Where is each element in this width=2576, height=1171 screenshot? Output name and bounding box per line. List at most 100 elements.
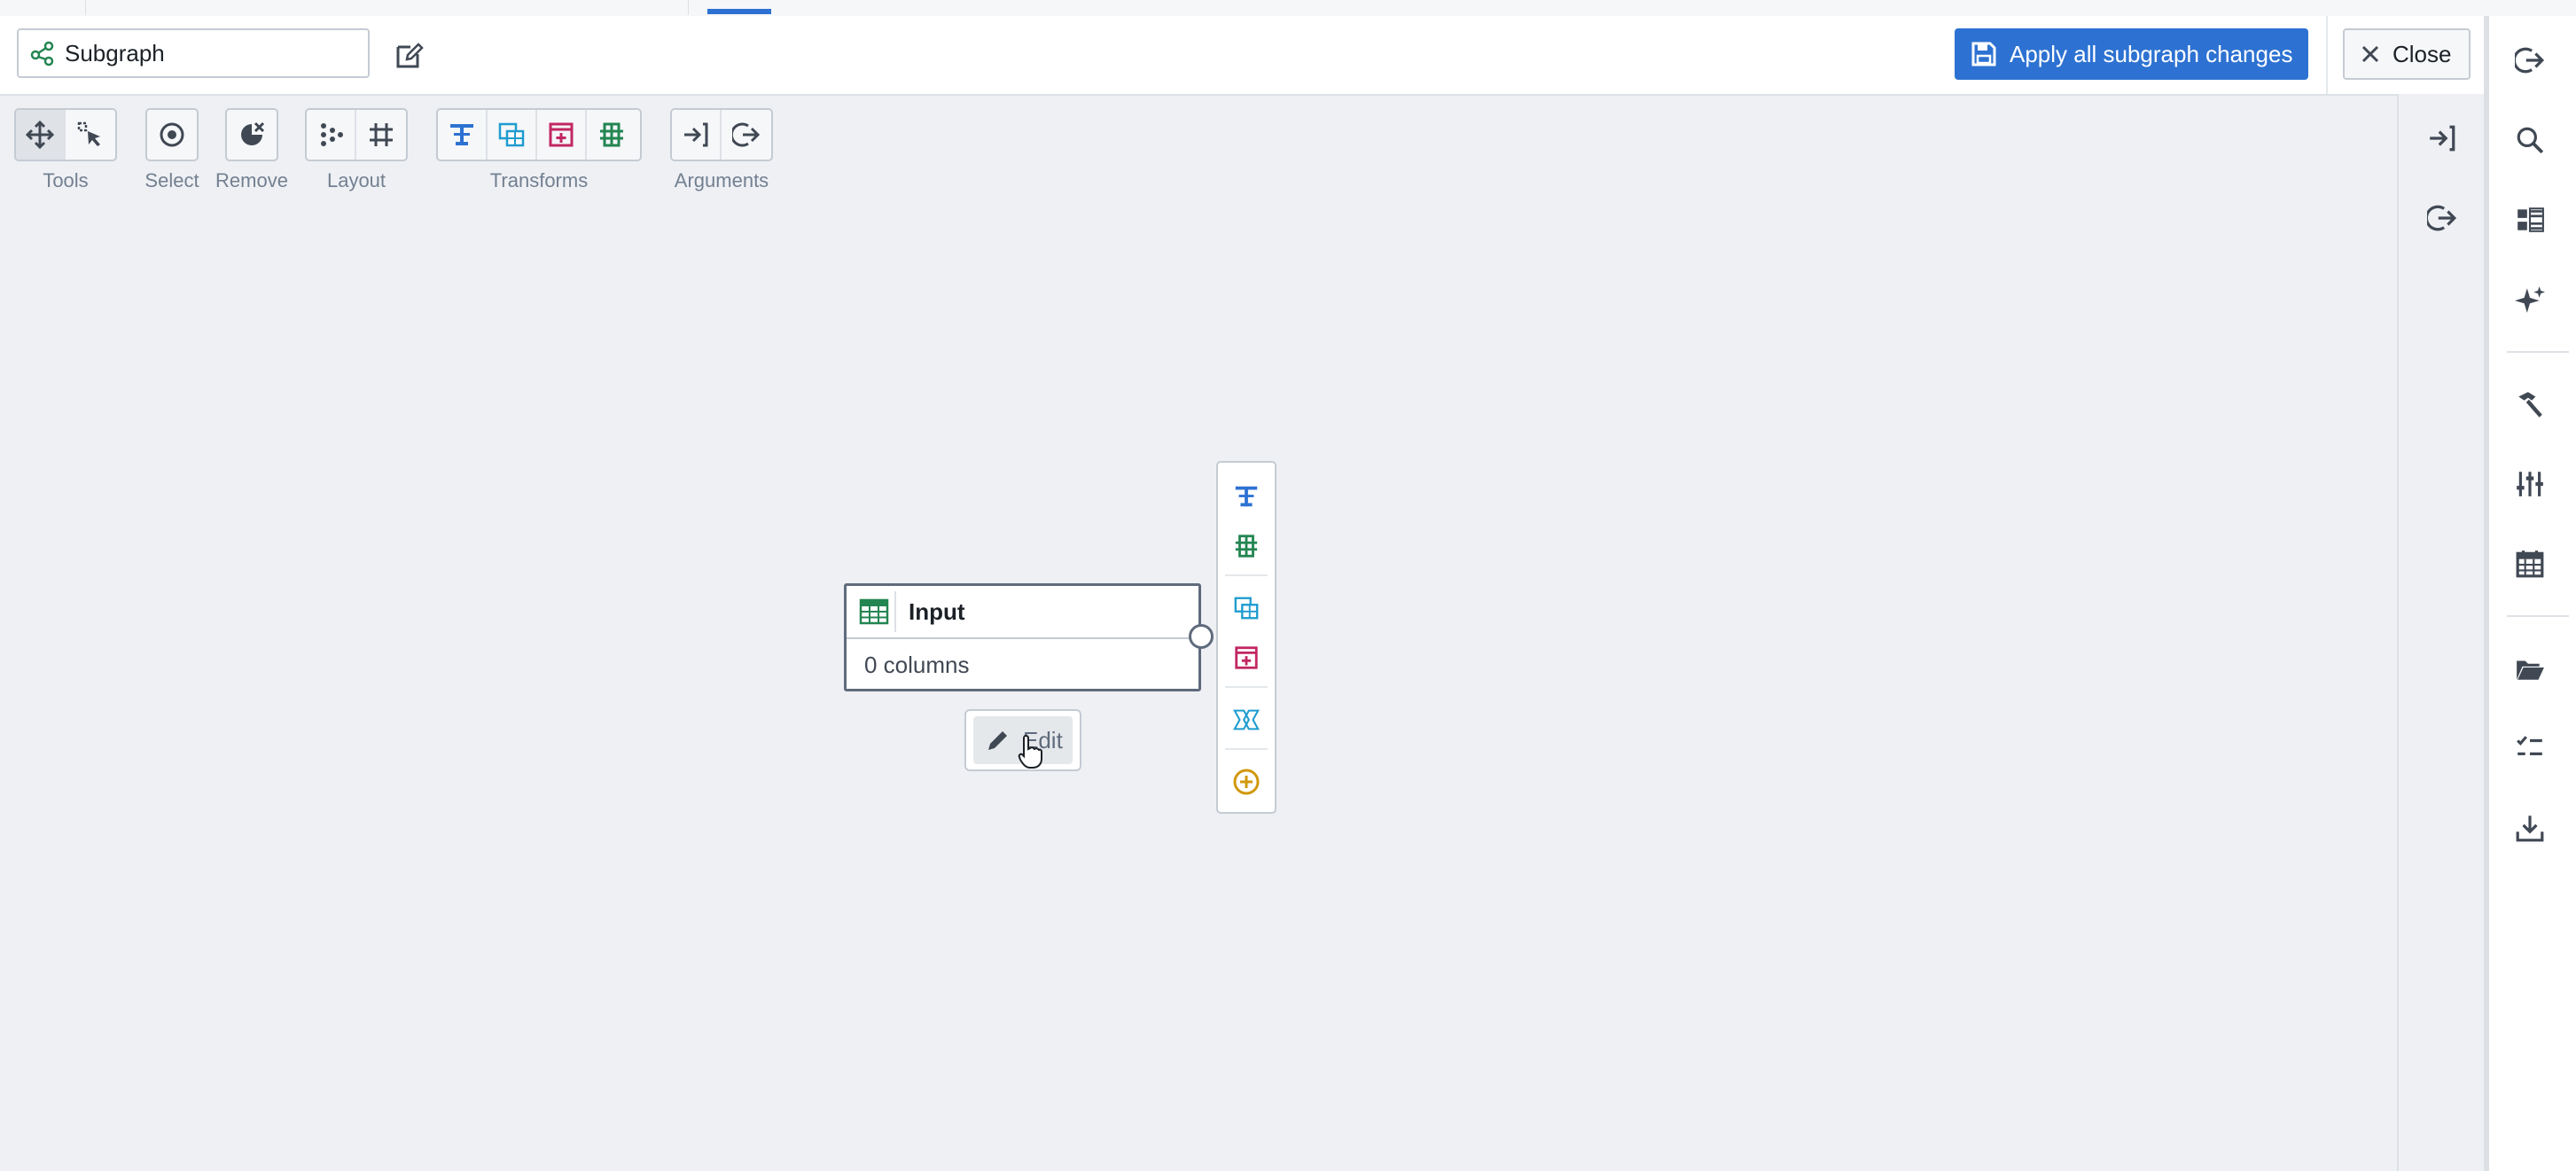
log-out-icon <box>2515 45 2545 75</box>
search-button[interactable] <box>2509 119 2551 161</box>
log-in-icon <box>682 121 710 149</box>
union-icon <box>1232 707 1261 733</box>
table-icon <box>854 591 896 632</box>
panel-divider <box>1225 574 1268 576</box>
layout-label: Layout <box>326 169 386 191</box>
top-tab-strip <box>0 0 2576 18</box>
layout-group <box>305 108 408 161</box>
tools-group <box>14 108 117 161</box>
add-row-icon <box>547 121 575 149</box>
calendar-icon <box>2515 549 2545 579</box>
subgraph-name: Subgraph <box>65 39 165 66</box>
edit-icon <box>394 40 425 70</box>
sidebar-divider <box>2507 351 2569 353</box>
sliders-icon <box>2515 469 2545 499</box>
node-output-port[interactable] <box>1189 624 1214 649</box>
node-column-count: 0 columns <box>864 651 970 678</box>
remove-node-icon <box>238 121 266 149</box>
log-in-icon <box>2427 123 2457 153</box>
tab-segment[interactable] <box>85 0 689 15</box>
schema-button[interactable] <box>2509 199 2551 241</box>
pan-tool-button[interactable] <box>16 110 66 160</box>
quick-transforms-panel <box>1216 461 1276 814</box>
table-edit-icon <box>597 121 626 149</box>
files-button[interactable] <box>2509 647 2551 690</box>
filter-rows-icon <box>448 121 476 149</box>
filter-rows-icon <box>1233 483 1260 510</box>
inputs-panel-button[interactable] <box>2421 117 2463 160</box>
subgraph-icon <box>29 40 56 66</box>
download-icon <box>2515 813 2545 843</box>
panel-divider <box>1225 686 1268 688</box>
pivot-transform-button[interactable] <box>587 110 636 160</box>
header-divider <box>2326 16 2328 94</box>
add-row-icon <box>1233 644 1260 671</box>
right-sidebar <box>2484 16 2576 1171</box>
checklist-icon <box>2515 733 2545 763</box>
sparkle-icon <box>2515 285 2545 315</box>
transforms-group <box>436 108 642 161</box>
schedule-button[interactable] <box>2509 543 2551 585</box>
table-edit-icon <box>1233 533 1260 559</box>
apply-changes-button[interactable]: Apply all subgraph changes <box>1955 28 2308 80</box>
remove-group <box>225 108 278 161</box>
tools-label: Tools <box>43 169 89 191</box>
select-button[interactable] <box>147 110 197 160</box>
quick-add-rows-button[interactable] <box>1218 635 1275 681</box>
arguments-label: Arguments <box>674 169 769 191</box>
select-pointer-icon <box>76 121 105 149</box>
quick-filter-button[interactable] <box>1218 473 1275 519</box>
ai-assist-button[interactable] <box>2509 278 2551 321</box>
folder-open-icon <box>2515 653 2545 683</box>
add-circle-icon <box>1232 768 1261 796</box>
close-label: Close <box>2393 40 2452 67</box>
remove-button[interactable] <box>227 110 277 160</box>
join-transform-button[interactable] <box>488 110 537 160</box>
node-header: Input <box>847 586 1198 639</box>
search-icon <box>2515 125 2545 155</box>
cross-icon <box>2361 44 2380 64</box>
exit-button[interactable] <box>2509 39 2551 82</box>
outputs-panel-button[interactable] <box>2421 197 2463 239</box>
apply-label: Apply all subgraph changes <box>2010 40 2293 67</box>
hand-cursor-icon <box>1018 734 1044 769</box>
add-rows-transform-button[interactable] <box>537 110 587 160</box>
checks-button[interactable] <box>2509 727 2551 769</box>
close-button[interactable]: Close <box>2343 28 2471 80</box>
pencil-icon <box>986 728 1011 753</box>
active-tab-indicator <box>707 9 771 14</box>
sidebar-divider <box>2507 615 2569 617</box>
join-tables-icon <box>497 121 526 149</box>
build-button[interactable] <box>2509 383 2551 425</box>
input-node[interactable]: Input 0 columns <box>844 583 1201 691</box>
select-label: Select <box>144 169 199 191</box>
select-group <box>145 108 199 161</box>
move-icon <box>26 121 54 149</box>
filter-transform-button[interactable] <box>438 110 488 160</box>
subgraph-name-field[interactable]: Subgraph <box>17 28 370 78</box>
log-out-icon <box>732 121 761 149</box>
node-title: Input <box>909 597 965 625</box>
dots-layout-icon <box>316 121 345 149</box>
select-tool-button[interactable] <box>66 110 115 160</box>
remove-label: Remove <box>215 169 288 191</box>
output-argument-button[interactable] <box>722 110 771 160</box>
parameters-button[interactable] <box>2509 463 2551 505</box>
properties-icon <box>2515 205 2545 235</box>
download-button[interactable] <box>2509 807 2551 849</box>
rename-button[interactable] <box>390 35 429 74</box>
quick-union-button[interactable] <box>1218 697 1275 743</box>
auto-layout-button[interactable] <box>307 110 356 160</box>
subgraph-header: Subgraph Apply all subgraph changes Clos… <box>0 16 2484 96</box>
transforms-label: Transforms <box>489 169 589 191</box>
hammer-icon <box>2515 389 2545 419</box>
arguments-rail <box>2397 94 2486 1171</box>
grid-layout-button[interactable] <box>356 110 406 160</box>
quick-join-button[interactable] <box>1218 585 1275 631</box>
quick-pivot-button[interactable] <box>1218 523 1275 569</box>
arguments-group <box>670 108 773 161</box>
input-argument-button[interactable] <box>672 110 722 160</box>
quick-add-transform-button[interactable] <box>1218 759 1275 805</box>
tab-segment[interactable] <box>0 0 86 15</box>
panel-divider <box>1225 748 1268 750</box>
